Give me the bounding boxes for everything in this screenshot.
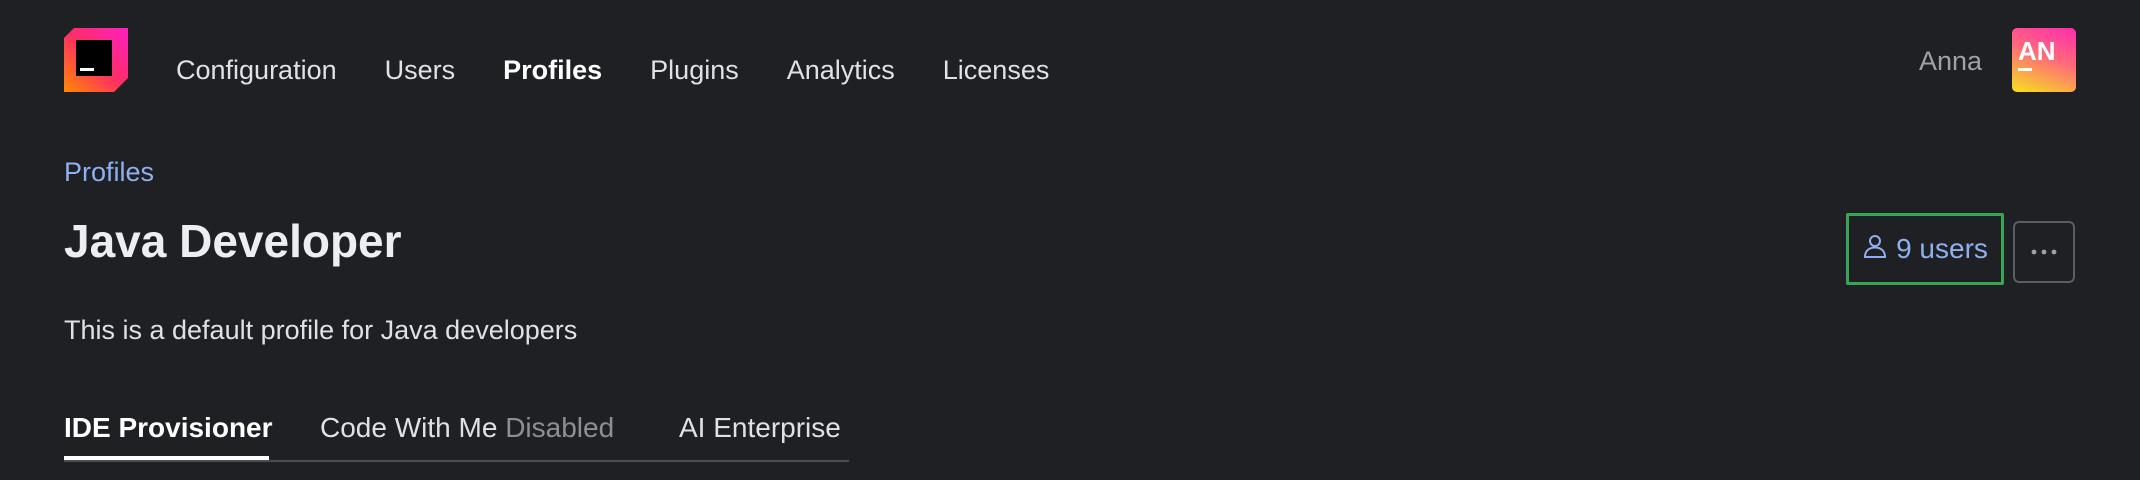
more-actions-button[interactable] — [2013, 221, 2075, 283]
nav-item-plugins[interactable]: Plugins — [650, 50, 739, 90]
nav-item-analytics[interactable]: Analytics — [787, 50, 895, 90]
avatar[interactable]: AN — [2012, 28, 2076, 92]
profile-description: This is a default profile for Java devel… — [64, 315, 578, 345]
users-count-label: 9 users — [1896, 233, 1988, 264]
tab-ai-enterprise[interactable]: AI Enterprise — [679, 410, 841, 446]
user-icon — [1862, 233, 1888, 266]
avatar-initials: AN — [2018, 36, 2056, 66]
tab-code-with-me-status: Disabled — [505, 412, 615, 443]
jetbrains-logo-icon[interactable] — [64, 28, 128, 92]
nav-item-users[interactable]: Users — [385, 50, 456, 90]
main-nav: Configuration Users Profiles Plugins Ana… — [176, 50, 1097, 90]
nav-item-configuration[interactable]: Configuration — [176, 50, 337, 90]
profile-tabs: IDE Provisioner Code With Me Disabled AI… — [64, 400, 849, 462]
top-navigation-bar: Configuration Users Profiles Plugins Ana… — [0, 0, 2140, 140]
nav-item-profiles[interactable]: Profiles — [503, 50, 602, 90]
user-name[interactable]: Anna — [1919, 42, 1982, 80]
breadcrumb[interactable]: Profiles — [64, 154, 154, 190]
users-count-button[interactable]: 9 users — [1846, 213, 2004, 285]
tab-code-with-me[interactable]: Code With Me Disabled — [320, 410, 614, 446]
tab-code-with-me-label: Code With Me — [320, 412, 498, 443]
tab-ide-provisioner[interactable]: IDE Provisioner — [64, 410, 273, 446]
page-title: Java Developer — [64, 215, 402, 267]
nav-item-licenses[interactable]: Licenses — [943, 50, 1050, 90]
avatar-underline — [2018, 68, 2032, 71]
active-tab-indicator — [64, 456, 269, 460]
more-horizontal-icon — [2030, 243, 2058, 261]
